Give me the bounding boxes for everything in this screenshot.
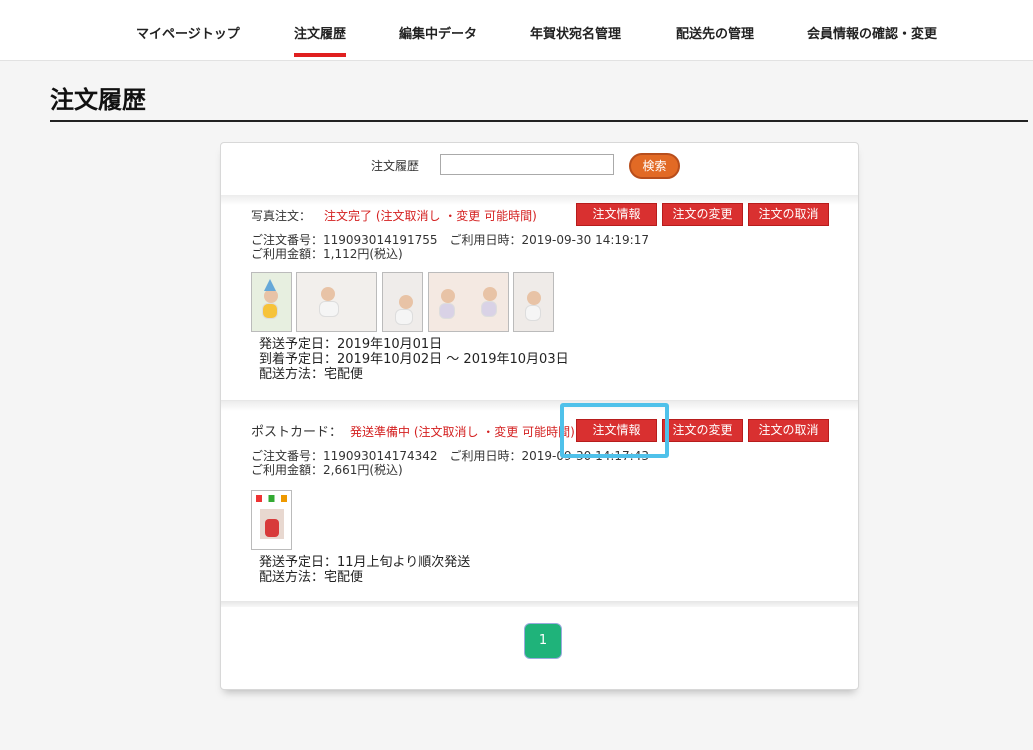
search-input[interactable] xyxy=(440,154,614,175)
ship-date: 発送予定日：11月上旬より順次発送 xyxy=(259,555,471,570)
order-status: 発送準備中 (注文取消し ・変更 可能時間) xyxy=(350,425,575,439)
order-type: 写真注文： xyxy=(251,209,312,223)
postcard-thumbnail xyxy=(251,490,292,550)
order-change-button[interactable]: 注文の変更 xyxy=(662,203,743,226)
order-amount: ご利用金額：2,661円(税込) xyxy=(251,463,403,477)
photo-thumbnail xyxy=(296,272,377,332)
order-history-panel: 注文履歴 検索 写真注文： 注文完了 (注文取消し ・変更 可能時間) 注文情報… xyxy=(220,142,859,690)
search-button[interactable]: 検索 xyxy=(629,153,680,179)
photo-thumbnail xyxy=(251,272,292,332)
shipping-method: 配送方法：宅配便 xyxy=(259,570,364,585)
order-number: ご注文番号：119093014191755 ご利用日時：2019-09-30 1… xyxy=(251,233,649,247)
search-label: 注文履歴 xyxy=(371,159,420,173)
order-change-button[interactable]: 注文の変更 xyxy=(662,419,743,442)
page-title: 注文履歴 xyxy=(50,86,146,114)
order-type: ポストカード： xyxy=(251,425,343,440)
title-divider xyxy=(50,120,1028,122)
order-number: ご注文番号：119093014174342 ご利用日時：2019-09-30 1… xyxy=(251,449,649,463)
arrival-date: 到着予定日：2019年10月02日 ～ 2019年10月03日 xyxy=(259,352,569,367)
nav-mypage-top[interactable]: マイページトップ xyxy=(136,23,240,42)
order-item: ポストカード： 発送準備中 (注文取消し ・変更 可能時間) 注文情報 注文の変… xyxy=(221,401,858,607)
ship-date: 発送予定日：2019年10月01日 xyxy=(259,337,443,352)
nav-delivery-management[interactable]: 配送先の管理 xyxy=(676,23,754,42)
order-item: 写真注文： 注文完了 (注文取消し ・変更 可能時間) 注文情報 注文の変更 注… xyxy=(221,195,858,406)
pagination-page-button[interactable]: 1 xyxy=(524,623,562,659)
shipping-method: 配送方法：宅配便 xyxy=(259,367,364,382)
nav-address-management[interactable]: 年賀状宛名管理 xyxy=(530,23,621,42)
order-info-button[interactable]: 注文情報 xyxy=(576,419,657,442)
photo-thumbnail xyxy=(513,272,554,332)
order-status: 注文完了 (注文取消し ・変更 可能時間) xyxy=(324,209,537,223)
top-navigation: マイページトップ 注文履歴 編集中データ 年賀状宛名管理 配送先の管理 会員情報… xyxy=(0,0,1033,61)
order-info-button[interactable]: 注文情報 xyxy=(576,203,657,226)
photo-thumbnail xyxy=(428,272,509,332)
order-cancel-button[interactable]: 注文の取消 xyxy=(748,419,829,442)
order-amount: ご利用金額：1,112円(税込) xyxy=(251,247,403,261)
photo-thumbnail xyxy=(382,272,423,332)
nav-order-history[interactable]: 注文履歴 xyxy=(294,23,347,57)
nav-editing-data[interactable]: 編集中データ xyxy=(399,23,477,42)
nav-member-info[interactable]: 会員情報の確認・変更 xyxy=(807,23,937,42)
order-cancel-button[interactable]: 注文の取消 xyxy=(748,203,829,226)
